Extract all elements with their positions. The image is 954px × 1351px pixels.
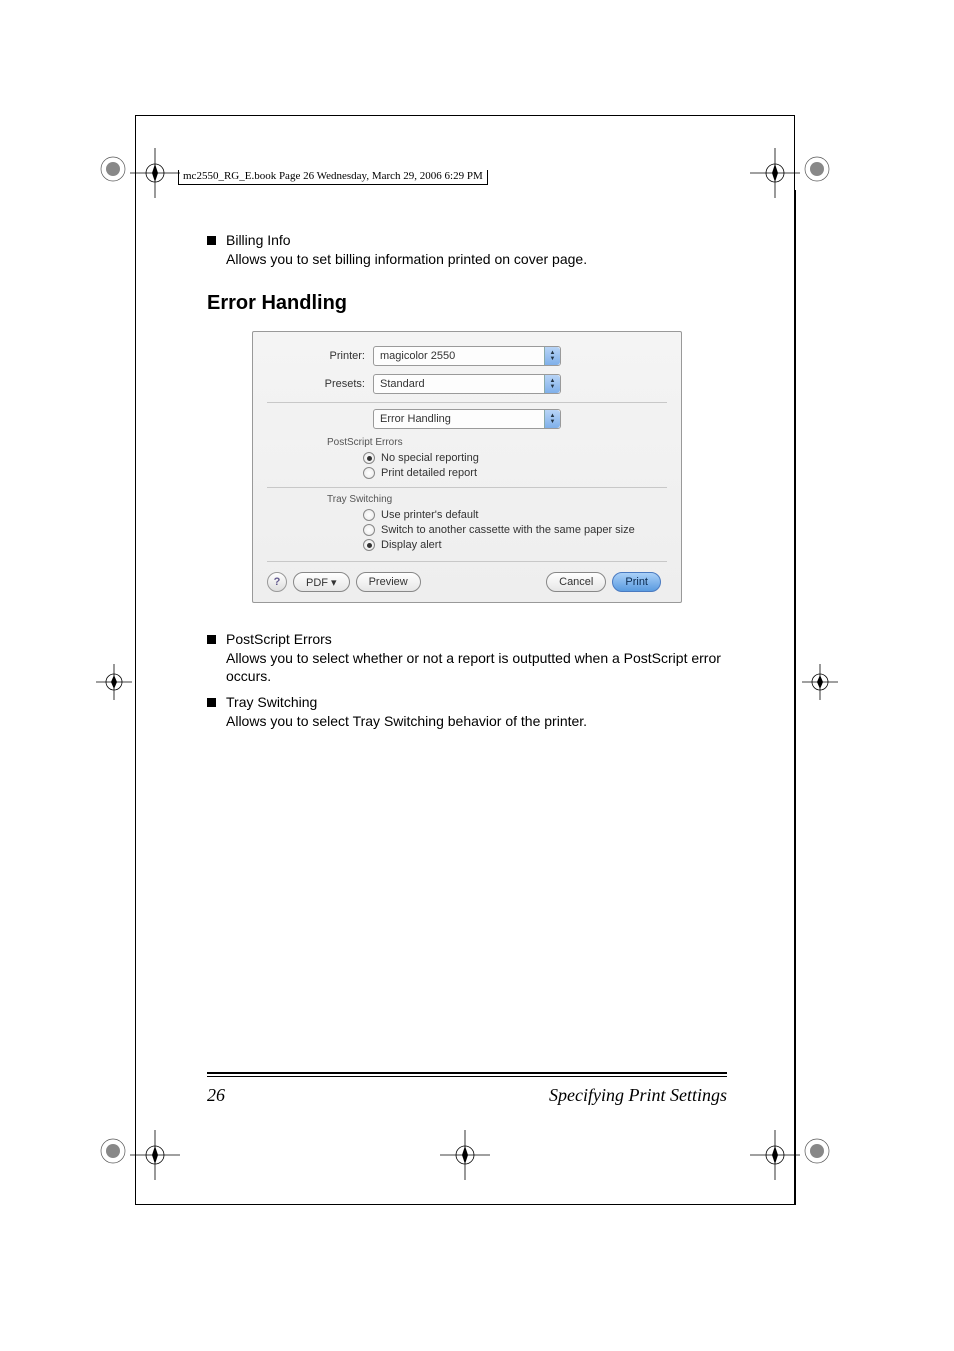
presets-label: Presets: — [267, 378, 373, 390]
radio-icon — [363, 539, 375, 551]
pdf-button[interactable]: PDF ▾ — [293, 572, 350, 592]
radio-label: No special reporting — [381, 452, 479, 464]
page-content: Billing Info Allows you to set billing i… — [207, 232, 727, 738]
preview-button[interactable]: Preview — [356, 572, 421, 592]
page-number: 26 — [207, 1085, 225, 1106]
bullet-desc: Allows you to set billing information pr… — [226, 250, 727, 268]
radio-no-special-reporting[interactable]: No special reporting — [363, 452, 667, 464]
running-head: mc2550_RG_E.book Page 26 Wednesday, Marc… — [178, 170, 488, 185]
updown-arrows-icon: ▲▼ — [544, 410, 560, 428]
crop-mark-icon — [130, 1130, 180, 1180]
guide-line — [795, 190, 796, 1205]
bullet-postscript-errors: PostScript Errors — [207, 631, 727, 647]
bullet-billing-info: Billing Info — [207, 232, 727, 248]
printer-select[interactable]: magicolor 2550 ▲▼ — [373, 346, 561, 366]
dialog-footer: ? PDF ▾ Preview Cancel Print — [267, 561, 667, 592]
printer-row: Printer: magicolor 2550 ▲▼ — [267, 346, 667, 366]
presets-select[interactable]: Standard ▲▼ — [373, 374, 561, 394]
bullet-title: Billing Info — [226, 232, 291, 248]
registration-circle-icon — [804, 1138, 830, 1164]
square-bullet-icon — [207, 635, 216, 644]
print-dialog: Printer: magicolor 2550 ▲▼ Presets: Stan… — [252, 331, 682, 603]
presets-value: Standard — [374, 378, 425, 390]
bullet-desc: Allows you to select whether or not a re… — [226, 649, 727, 685]
registration-circle-icon — [804, 156, 830, 182]
guide-line — [135, 190, 136, 1205]
crop-mark-icon — [750, 1130, 800, 1180]
print-label: Print — [625, 576, 648, 588]
radio-icon — [363, 467, 375, 479]
tray-switching-group: Use printer's default Switch to another … — [363, 509, 667, 551]
radio-icon — [363, 524, 375, 536]
footer-rule — [207, 1072, 727, 1074]
pdf-label: PDF ▾ — [306, 576, 337, 589]
updown-arrows-icon: ▲▼ — [544, 347, 560, 365]
footer-title: Specifying Print Settings — [549, 1085, 727, 1106]
crop-mark-icon — [800, 662, 840, 702]
print-button[interactable]: Print — [612, 572, 661, 592]
help-icon: ? — [274, 576, 281, 588]
radio-label: Use printer's default — [381, 509, 478, 521]
presets-row: Presets: Standard ▲▼ — [267, 374, 667, 394]
crop-mark-icon — [130, 148, 180, 198]
ps-errors-group: No special reporting Print detailed repo… — [363, 452, 667, 479]
cancel-button[interactable]: Cancel — [546, 572, 606, 592]
printer-label: Printer: — [267, 350, 373, 362]
registration-circle-icon — [100, 156, 126, 182]
page-footer: 26 Specifying Print Settings — [207, 1072, 727, 1106]
pane-row: Error Handling ▲▼ — [267, 409, 667, 429]
radio-icon — [363, 509, 375, 521]
square-bullet-icon — [207, 236, 216, 245]
crop-mark-icon — [750, 148, 800, 198]
tray-switching-group-label: Tray Switching — [327, 494, 667, 505]
section-heading: Error Handling — [207, 292, 727, 315]
radio-use-printer-default[interactable]: Use printer's default — [363, 509, 667, 521]
lower-bullets: PostScript Errors Allows you to select w… — [207, 631, 727, 730]
pane-select[interactable]: Error Handling ▲▼ — [373, 409, 561, 429]
crop-mark-icon — [94, 662, 134, 702]
registration-circle-icon — [100, 1138, 126, 1164]
square-bullet-icon — [207, 698, 216, 707]
radio-label: Display alert — [381, 539, 442, 551]
pane-value: Error Handling — [374, 413, 451, 425]
bullet-desc: Allows you to select Tray Switching beha… — [226, 712, 727, 730]
bullet-title: PostScript Errors — [226, 631, 332, 647]
footer-rule — [207, 1076, 727, 1077]
cancel-label: Cancel — [559, 576, 593, 588]
radio-label: Print detailed report — [381, 467, 477, 479]
bullet-title: Tray Switching — [226, 694, 317, 710]
radio-display-alert[interactable]: Display alert — [363, 539, 667, 551]
printer-value: magicolor 2550 — [374, 350, 455, 362]
radio-switch-cassette[interactable]: Switch to another cassette with the same… — [363, 524, 667, 536]
updown-arrows-icon: ▲▼ — [544, 375, 560, 393]
guide-line — [135, 115, 136, 160]
crop-mark-icon — [440, 1130, 490, 1180]
bullet-tray-switching: Tray Switching — [207, 694, 727, 710]
radio-icon — [363, 452, 375, 464]
radio-label: Switch to another cassette with the same… — [381, 524, 635, 536]
radio-print-detailed-report[interactable]: Print detailed report — [363, 467, 667, 479]
help-button[interactable]: ? — [267, 572, 287, 592]
preview-label: Preview — [369, 576, 408, 588]
ps-errors-group-label: PostScript Errors — [327, 437, 667, 448]
